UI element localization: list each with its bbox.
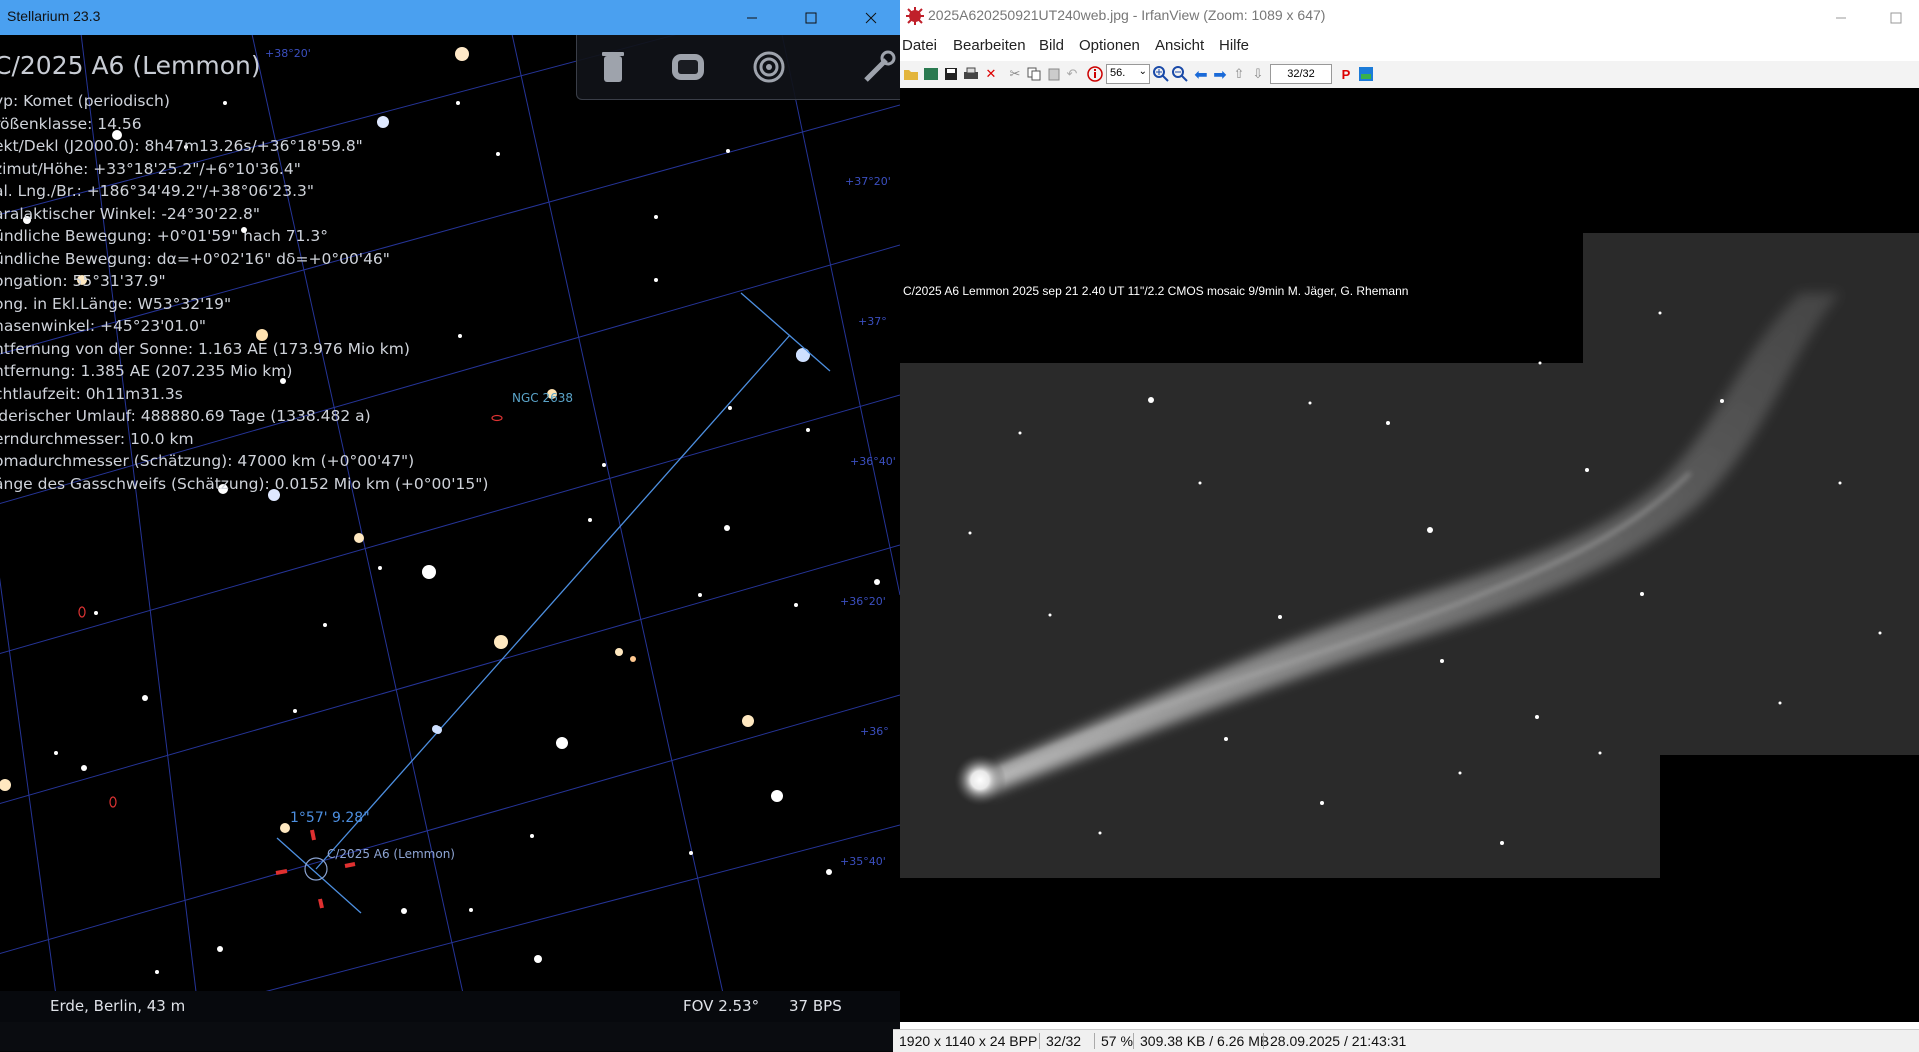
info-line: ntfernung: 1.385 AE (207.235 Mio km)	[0, 362, 293, 380]
info-line: yp: Komet (periodisch)	[0, 92, 170, 110]
delete-icon[interactable]: ✕	[982, 65, 1000, 83]
status-page: 32/32	[1039, 1033, 1081, 1049]
info-line: ntfernung von der Sonne: 1.163 AE (173.9…	[0, 339, 410, 358]
chevron-down-icon: ⌄	[1138, 66, 1147, 77]
info-line: rößenklasse: 14.56	[0, 114, 142, 133]
undo-icon[interactable]: ↶	[1063, 65, 1081, 83]
maximize-button[interactable]	[1873, 0, 1919, 35]
info-icon[interactable]	[1086, 65, 1104, 83]
info-line: ong. in Ekl.Länge: W53°32'19"	[0, 294, 232, 313]
info-line: ündliche Bewegung: dα=+0°02'16" dδ=+0°00…	[0, 249, 390, 268]
next-image-icon[interactable]: ➡	[1211, 65, 1229, 84]
info-line: iderischer Umlauf: 488880.69 Tage (1338.…	[0, 407, 371, 425]
irfanview-status-bar: 1920 x 1140 x 24 BPP 32/32 57 % 309.38 K…	[893, 1029, 1919, 1052]
status-datetime: 28.09.2025 / 21:43:31	[1263, 1033, 1406, 1049]
wrench-icon[interactable]	[857, 45, 900, 89]
zoom-combo[interactable]: 56. ⌄	[1106, 64, 1150, 84]
fov-text: FOV 2.53°	[683, 997, 760, 1015]
close-button[interactable]	[848, 0, 894, 35]
sky-view[interactable]: +38°20' +37°20' +37° +36°40' +36°20' +36…	[0, 35, 900, 991]
zoom-out-icon[interactable]	[1171, 65, 1189, 83]
grid-label: +35°40'	[840, 855, 886, 868]
last-page-icon[interactable]: ⇩	[1249, 65, 1267, 83]
info-line: aralaktischer Winkel: -24°30'22.8"	[0, 204, 261, 223]
status-zoom: 57 %	[1094, 1033, 1133, 1049]
menu-bearbeiten[interactable]: Bearbeiten	[953, 37, 1026, 54]
display-icon[interactable]	[666, 45, 710, 89]
minimize-button[interactable]	[729, 0, 775, 35]
stellarium-window: Stellarium 23.3 +38°20' +37°20' +37° +36…	[0, 0, 900, 1022]
info-line: ündliche Bewegung: +0°01'59" nach 71.3°	[0, 227, 328, 245]
info-line: zimut/Höhe: +33°18'25.2"/+6°10'36.4"	[0, 159, 301, 178]
print-icon[interactable]	[962, 65, 980, 83]
info-line: omadurchmesser (Schätzung): 47000 km (+0…	[0, 452, 415, 470]
save-icon[interactable]	[942, 65, 960, 83]
grid-label: +37°	[858, 315, 887, 328]
irfanview-titlebar[interactable]: 2025A620250921UT240web.jpg - IrfanView (…	[900, 0, 1919, 31]
image-canvas[interactable]: C/2025 A6 Lemmon 2025 sep 21 2.40 UT 11"…	[900, 88, 1919, 1022]
page-field[interactable]: 32/32	[1270, 64, 1332, 84]
grid-label: +37°20'	[845, 175, 891, 188]
irfanview-menubar: Datei Bearbeiten Bild Optionen Ansicht H…	[900, 31, 1919, 61]
properties-icon[interactable]: P	[1337, 65, 1355, 83]
fps-text: 37 BPS	[789, 997, 842, 1015]
stellarium-titlebar[interactable]: Stellarium 23.3	[0, 0, 900, 35]
object-info-panel: C/2025 A6 (Lemmon) yp: Komet (periodisch…	[0, 51, 488, 495]
menu-datei[interactable]: Datei	[902, 37, 937, 54]
minimize-icon	[747, 17, 757, 18]
grid-label: +36°20'	[840, 595, 886, 608]
irfanview-toolbar: ✕ ✂ ↶ 56. ⌄ ⬅ ➡ ⇧ ⇩ 32/32 P	[900, 61, 1919, 89]
comet-label: C/2025 A6 (Lemmon)	[327, 847, 455, 861]
grid-label: +36°	[860, 725, 889, 738]
menu-ansicht[interactable]: Ansicht	[1155, 37, 1204, 54]
zoom-value: 56.	[1110, 67, 1126, 79]
angle-label: 1°57' 9.28"	[290, 810, 370, 826]
object-info-lines: yp: Komet (periodisch) rößenklasse: 14.56…	[0, 90, 488, 495]
window-title: Stellarium 23.3	[7, 8, 101, 24]
maximize-icon	[1890, 12, 1902, 23]
stellarium-top-toolbar	[576, 35, 900, 100]
thumbnails-icon[interactable]	[922, 65, 940, 83]
zoom-in-icon[interactable]	[1152, 65, 1170, 83]
minimize-button[interactable]	[1818, 0, 1864, 35]
irfanview-app-icon	[906, 7, 924, 25]
irfanview-window: 2025A620250921UT240web.jpg - IrfanView (…	[893, 0, 1919, 1052]
taskbar-strip	[0, 1022, 900, 1051]
ngc-label: NGC 2638	[512, 391, 573, 405]
status-dimensions: 1920 x 1140 x 24 BPP	[899, 1033, 1038, 1049]
info-line: änge des Gasschweifs (Schätzung): 0.0152…	[0, 474, 489, 493]
target-icon[interactable]	[747, 45, 791, 89]
info-line: ongation: 55°31'37.9"	[0, 272, 166, 290]
status-filesize: 309.38 KB / 6.26 MB	[1133, 1033, 1269, 1049]
copy-icon[interactable]	[1025, 65, 1043, 83]
cut-icon[interactable]: ✂	[1006, 65, 1024, 83]
first-page-icon[interactable]: ⇧	[1230, 65, 1248, 83]
object-name: C/2025 A6 (Lemmon)	[0, 51, 261, 80]
info-line: erndurchmesser: 10.0 km	[0, 429, 194, 448]
comet-photo: C/2025 A6 Lemmon 2025 sep 21 2.40 UT 11"…	[900, 233, 1919, 878]
paste-icon[interactable]	[1045, 65, 1063, 83]
info-line: hasenwinkel: +45°23'01.0"	[0, 317, 207, 335]
close-icon	[865, 12, 877, 23]
info-line: ekt/Dekl (J2000.0): 8h47m13.26s/+36°18'5…	[0, 137, 363, 155]
menu-optionen[interactable]: Optionen	[1079, 37, 1140, 54]
minimize-icon	[1836, 17, 1846, 18]
open-icon[interactable]	[902, 65, 920, 83]
paint-icon[interactable]	[1357, 65, 1375, 83]
menu-hilfe[interactable]: Hilfe	[1219, 37, 1249, 54]
maximize-icon	[805, 12, 817, 23]
info-line: al. Lng./Br.: +186°34'49.2"/+38°06'23.3"	[0, 182, 315, 200]
window-title: 2025A620250921UT240web.jpg - IrfanView (…	[928, 7, 1326, 23]
info-line: chtlaufzeit: 0h11m31.3s	[0, 384, 183, 403]
stellarium-status-bar: Erde, Berlin, 43 m FOV 2.53° 37 BPS	[0, 991, 900, 1022]
location-text[interactable]: Erde, Berlin, 43 m	[50, 997, 185, 1015]
photo-caption: C/2025 A6 Lemmon 2025 sep 21 2.40 UT 11"…	[903, 284, 1408, 298]
maximize-button[interactable]	[788, 0, 834, 35]
comet-nucleus	[954, 754, 1006, 806]
trash-icon[interactable]	[591, 45, 635, 89]
menu-bild[interactable]: Bild	[1039, 37, 1064, 54]
prev-image-icon[interactable]: ⬅	[1192, 65, 1210, 84]
grid-label: +36°40'	[850, 455, 896, 468]
